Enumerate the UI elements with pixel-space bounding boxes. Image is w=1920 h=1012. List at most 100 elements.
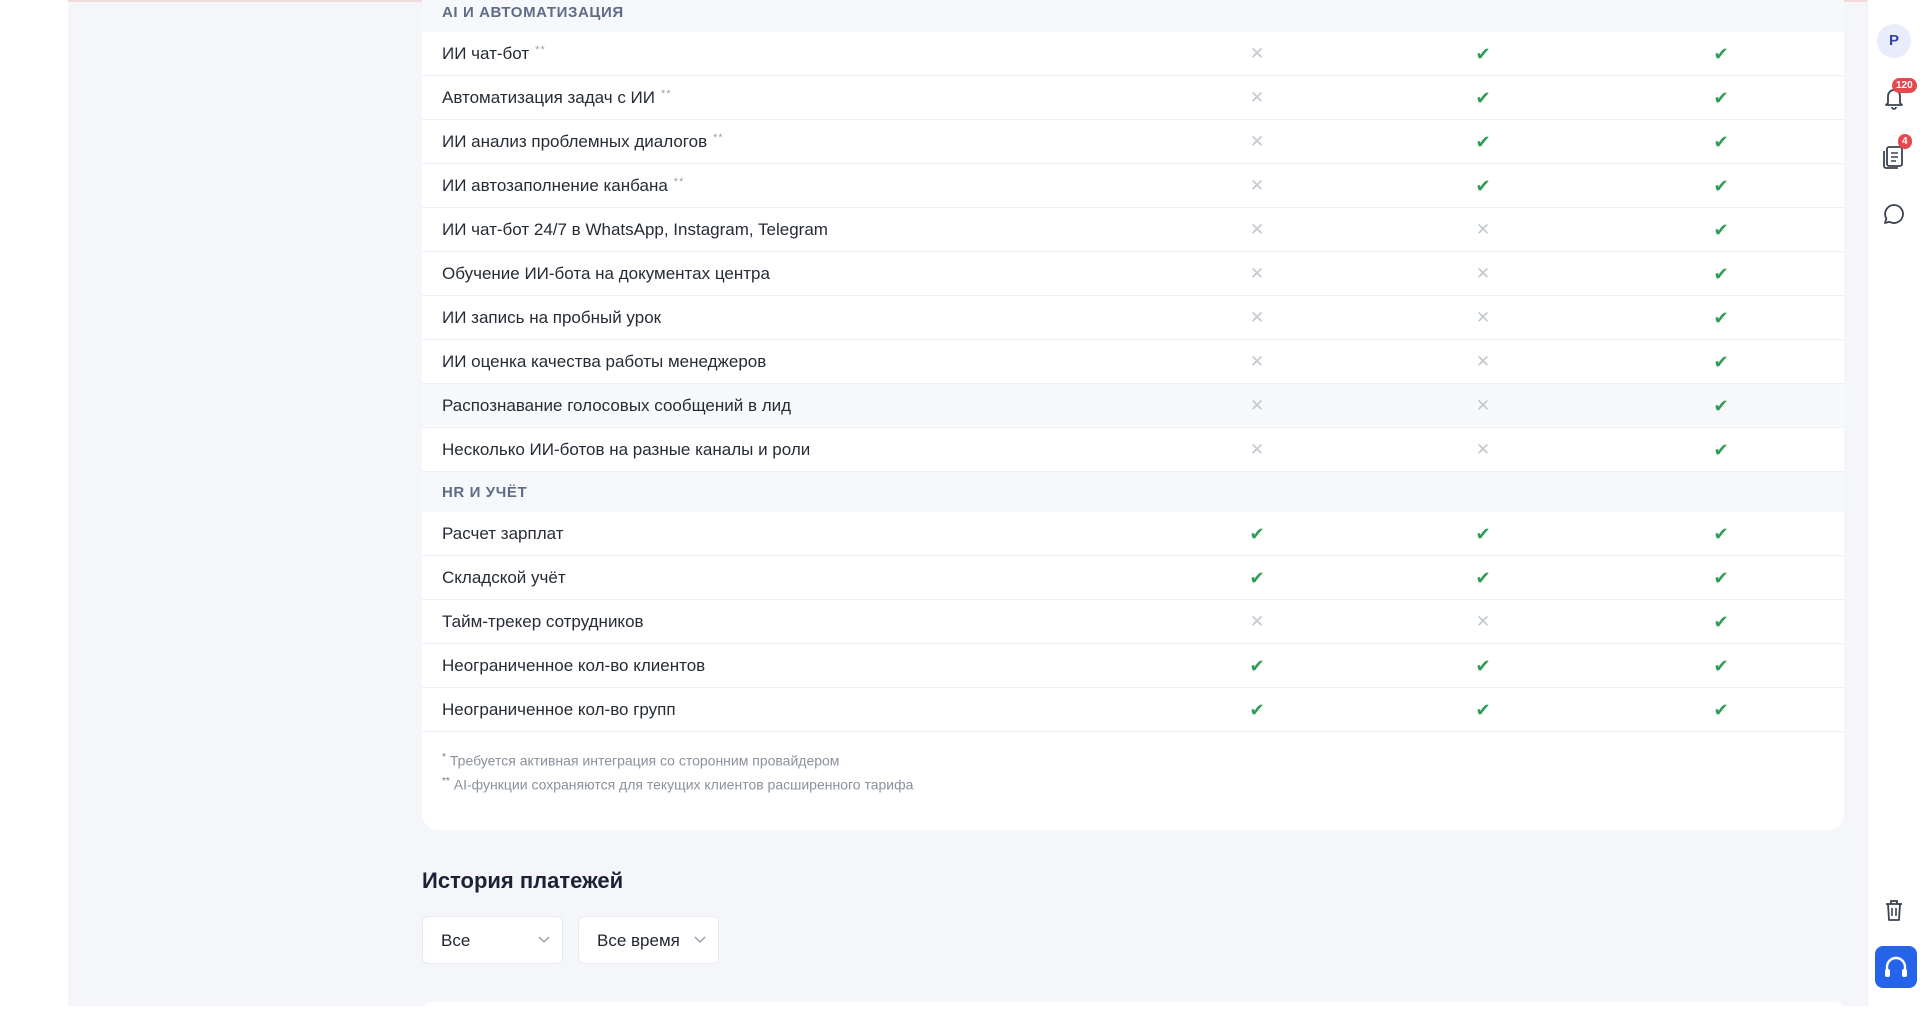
check-icon: ✔ [1475,44,1491,64]
feature-name: Обучение ИИ-бота на документах центра [442,264,770,283]
feature-row: Обучение ИИ-бота на документах центра ✕ ✕ ✔ [422,252,1844,296]
cross-icon: ✕ [1249,176,1265,195]
feature-label: ИИ автозаполнение канбана ** [442,176,684,196]
feature-row: Тайм-трекер сотрудников ✕ ✕ ✔ [422,600,1844,644]
cross-icon: ✕ [1249,44,1265,63]
cross-icon: ✕ [1249,440,1265,459]
cross-icon: ✕ [1249,132,1265,151]
check-icon: ✔ [1475,132,1491,152]
chat-bubble-icon [1884,204,1904,224]
check-icon: ✔ [1475,176,1491,196]
check-icon: ✔ [1713,44,1729,64]
chevron-down-icon [538,936,550,944]
payment-period-value: Все время [597,931,680,950]
check-icon: ✔ [1475,524,1491,544]
cross-icon: ✕ [1249,308,1265,327]
cross-icon: ✕ [1249,264,1265,283]
feature-name: Автоматизация задач с ИИ [442,88,655,107]
footnote-text: AI-функции сохраняются для текущих клиен… [453,776,914,793]
check-icon: ✔ [1475,88,1491,108]
cross-icon: ✕ [1475,612,1491,631]
payment-history-table-top [422,1002,1844,1012]
notifications-button[interactable]: 120 [1880,78,1917,112]
feature-row: ИИ запись на пробный урок ✕ ✕ ✔ [422,296,1844,340]
tasks-badge: 4 [1898,134,1912,149]
check-icon: ✔ [1249,656,1265,676]
cross-icon: ✕ [1249,352,1265,371]
main-content: AI И АВТОМАТИЗАЦИЯ ИИ чат-бот ** ✕ ✔ ✔ Автомат… [68,0,1867,1012]
section-title: HR И УЧЁТ [442,484,528,501]
check-icon: ✔ [1713,176,1729,196]
check-icon: ✔ [1713,88,1729,108]
headphones-icon [1885,956,1907,977]
cross-icon: ✕ [1249,88,1265,107]
check-icon: ✔ [1713,396,1729,416]
features-comparison-card: AI И АВТОМАТИЗАЦИЯ ИИ чат-бот ** ✕ ✔ ✔ Автомат… [422,0,1844,830]
feature-name: Расчет зарплат [442,524,564,543]
cross-icon: ✕ [1249,220,1265,239]
chat-button[interactable] [1880,200,1908,228]
feature-label: Расчет зарплат [442,524,564,544]
feature-name: Неограниченное кол-во клиентов [442,656,706,675]
feature-name: ИИ чат-бот [442,44,530,63]
feature-row: Автоматизация задач с ИИ ** ✕ ✔ ✔ [422,76,1844,120]
feature-label: Несколько ИИ-ботов на разные каналы и ро… [442,440,810,460]
feature-name: ИИ чат-бот 24/7 в WhatsApp, Instagram, T… [442,220,828,239]
check-icon: ✔ [1249,524,1265,544]
footnote: * Требуется активная интеграция со сторон… [442,752,839,769]
feature-row: ИИ автозаполнение канбана ** ✕ ✔ ✔ [422,164,1844,208]
check-icon: ✔ [1713,264,1729,284]
check-icon: ✔ [1713,132,1729,152]
cross-icon: ✕ [1475,396,1491,415]
cross-icon: ✕ [1249,612,1265,631]
cross-icon: ✕ [1475,440,1491,459]
payment-type-select[interactable]: Все [422,916,563,964]
feature-name: ИИ автозаполнение канбана [442,176,668,195]
feature-row: Неограниченное кол-во групп ✔ ✔ ✔ [422,688,1844,732]
feature-row: Несколько ИИ-ботов на разные каналы и ро… [422,428,1844,472]
feature-name: Неограниченное кол-во групп [442,700,676,719]
feature-label: Неограниченное кол-во клиентов [442,656,705,676]
cross-icon: ✕ [1475,264,1491,283]
feature-label: ИИ оценка качества работы менеджеров [442,352,766,372]
cross-icon: ✕ [1475,352,1491,371]
check-icon: ✔ [1713,440,1729,460]
section-header: HR И УЧЁТ [422,472,1844,512]
trash-icon [1886,900,1902,921]
payment-period-select[interactable]: Все время [578,916,719,964]
feature-row: ИИ оценка качества работы менеджеров ✕ ✕ ✔ [422,340,1844,384]
feature-row: ИИ анализ проблемных диалогов ** ✕ ✔ ✔ [422,120,1844,164]
feature-label: ИИ чат-бот ** [442,44,546,64]
feature-name: Тайм-трекер сотрудников [442,612,644,631]
feature-label: Складской учёт [442,568,566,588]
feature-label: ИИ запись на пробный урок [442,308,661,328]
footnote-mark: ** [442,776,450,787]
check-icon: ✔ [1713,524,1729,544]
feature-row: Расчет зарплат ✔ ✔ ✔ [422,512,1844,556]
feature-row: Складской учёт ✔ ✔ ✔ [422,556,1844,600]
section-title: AI И АВТОМАТИЗАЦИЯ [442,4,624,21]
feature-label: Обучение ИИ-бота на документах центра [442,264,770,284]
feature-name: Складской учёт [442,568,566,587]
payment-history-title: История платежей [422,868,624,893]
feature-name: Несколько ИИ-ботов на разные каналы и ро… [442,440,811,459]
feature-name: ИИ запись на пробный урок [442,308,662,327]
user-avatar[interactable]: P [1877,24,1911,58]
chevron-down-icon [694,936,706,944]
trash-button[interactable] [1880,896,1908,924]
tasks-button[interactable]: 4 [1880,134,1912,170]
feature-label: Распознавание голосовых сообщений в лид [442,396,791,416]
payment-type-value: Все [441,931,471,950]
check-icon: ✔ [1713,568,1729,588]
footnote-marker: ** [535,44,546,56]
check-icon: ✔ [1713,656,1729,676]
check-icon: ✔ [1249,568,1265,588]
check-icon: ✔ [1713,612,1729,632]
cross-icon: ✕ [1475,308,1491,327]
cross-icon: ✕ [1475,220,1491,239]
footnote: ** AI-функции сохраняются для текущих кли… [442,776,913,793]
support-button[interactable] [1875,946,1917,988]
check-icon: ✔ [1475,700,1491,720]
feature-row: ИИ чат-бот ** ✕ ✔ ✔ [422,32,1844,76]
feature-name: ИИ анализ проблемных диалогов [442,132,708,151]
